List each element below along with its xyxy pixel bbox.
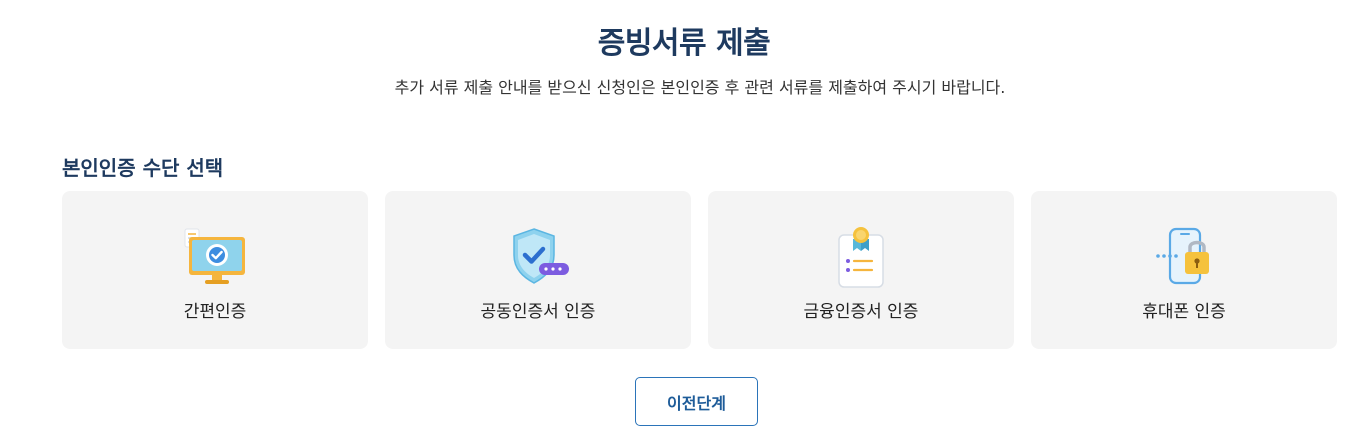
auth-option-label: 공동인증서 인증	[480, 302, 596, 322]
auth-options: 간편인증 공동인증서 인증 금융인증서 인증 휴대폰 인증	[62, 191, 1337, 349]
page-title: 증빙서류 제출	[597, 26, 771, 61]
certificate-clipboard-icon	[838, 227, 884, 288]
previous-step-button[interactable]: 이전단계	[635, 377, 758, 426]
auth-option-label: 금융인증서 인증	[803, 302, 919, 322]
auth-option-phone[interactable]: 휴대폰 인증	[1031, 191, 1337, 349]
auth-option-label: 휴대폰 인증	[1142, 302, 1226, 322]
auth-option-joint-certificate[interactable]: 공동인증서 인증	[385, 191, 691, 349]
page-description: 추가 서류 제출 안내를 받으신 신청인은 본인인증 후 관련 서류를 제출하여…	[394, 78, 1006, 97]
shield-check-icon	[513, 228, 569, 284]
auth-option-simple[interactable]: 간편인증	[62, 191, 368, 349]
auth-option-label: 간편인증	[183, 302, 247, 322]
phone-lock-icon	[1156, 227, 1209, 285]
section-title: 본인인증 수단 선택	[62, 156, 224, 180]
auth-option-financial-certificate[interactable]: 금융인증서 인증	[708, 191, 1014, 349]
monitor-check-icon	[184, 228, 245, 284]
